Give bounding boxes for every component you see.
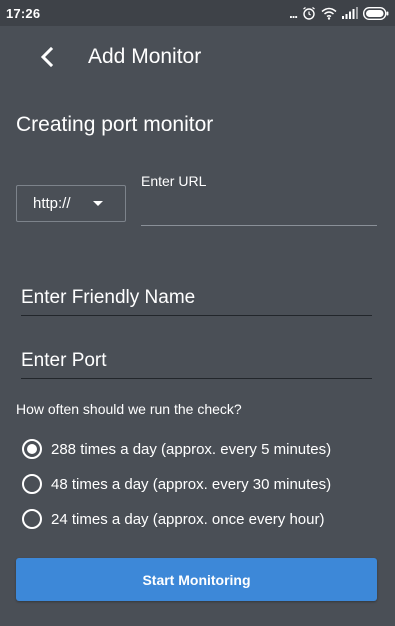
port-input[interactable] xyxy=(21,343,372,379)
friendly-name-input[interactable] xyxy=(21,280,372,316)
page-title: Add Monitor xyxy=(88,45,202,68)
frequency-option-5-minutes[interactable]: 288 times a day (approx. every 5 minutes… xyxy=(22,439,331,459)
status-bar: 17:26 ... xyxy=(0,0,395,26)
app-bar: Add Monitor xyxy=(0,26,395,90)
radio-checked-icon[interactable] xyxy=(22,439,42,459)
signal-icon xyxy=(342,7,358,19)
url-input[interactable] xyxy=(141,194,377,226)
status-time: 17:26 xyxy=(6,5,41,21)
frequency-option-30-minutes[interactable]: 48 times a day (approx. every 30 minutes… xyxy=(22,474,331,494)
battery-icon xyxy=(363,6,389,20)
back-button[interactable] xyxy=(30,42,64,76)
protocol-select[interactable]: http:// xyxy=(16,185,126,222)
protocol-select-value: http:// xyxy=(33,195,71,212)
radio-unchecked-icon[interactable] xyxy=(22,474,42,494)
frequency-option-label: 24 times a day (approx. once every hour) xyxy=(51,510,325,528)
frequency-option-hourly[interactable]: 24 times a day (approx. once every hour) xyxy=(22,509,324,529)
wifi-icon xyxy=(321,7,337,20)
more-dots-icon: ... xyxy=(289,5,298,21)
frequency-option-label: 288 times a day (approx. every 5 minutes… xyxy=(51,440,332,458)
radio-unchecked-icon[interactable] xyxy=(22,509,42,529)
section-title: Creating port monitor xyxy=(16,113,214,136)
frequency-question: How often should we run the check? xyxy=(16,401,242,417)
alarm-icon xyxy=(302,6,316,20)
url-label: Enter URL xyxy=(141,173,207,189)
frequency-option-label: 48 times a day (approx. every 30 minutes… xyxy=(51,475,332,493)
dropdown-caret-icon xyxy=(93,201,103,206)
start-monitoring-button[interactable]: Start Monitoring xyxy=(16,558,377,601)
chevron-left-icon xyxy=(40,46,54,72)
status-icons: ... xyxy=(289,6,389,21)
